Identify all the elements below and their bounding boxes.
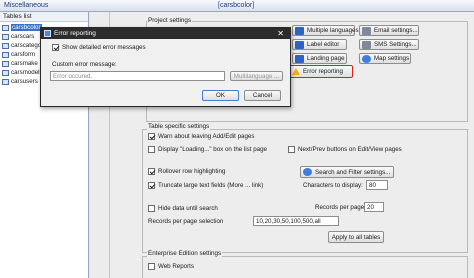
characters-input[interactable]: 80 <box>366 180 388 190</box>
checkbox-box[interactable] <box>148 263 155 270</box>
top-bar: Miscellaneous [carsbcolor] <box>0 0 474 12</box>
table-icon <box>2 51 9 58</box>
label-editor-icon <box>295 40 304 49</box>
search-icon <box>303 168 312 176</box>
table-icon <box>2 42 9 49</box>
checkbox-box[interactable] <box>288 146 295 153</box>
table-item[interactable]: carsusers <box>2 77 38 86</box>
sms-icon <box>362 40 371 49</box>
checkbox-box[interactable] <box>148 146 155 153</box>
warn-leaving-checkbox[interactable]: Warn about leaving Add/Edit pages <box>148 133 254 140</box>
records-per-page-input[interactable]: 20 <box>364 202 384 212</box>
multiple-languages-button[interactable]: Multiple languages <box>292 25 359 36</box>
tables-list-header: Tables list <box>0 12 88 22</box>
table-item[interactable]: carsmodels <box>2 68 43 77</box>
checkbox-box[interactable] <box>148 182 155 189</box>
menu-miscellaneous[interactable]: Miscellaneous <box>4 2 48 9</box>
display-loading-checkbox[interactable]: Display "Loading..." box on the list pag… <box>148 146 267 153</box>
table-item[interactable]: carsmake <box>2 59 38 68</box>
dialog-titlebar: Error reporting ✕ <box>41 28 290 39</box>
search-filter-settings-button[interactable]: Search and Filter settings... <box>300 166 394 178</box>
map-icon <box>362 54 371 63</box>
cancel-button[interactable]: Cancel <box>244 90 281 101</box>
characters-label: Characters to display: <box>303 182 363 189</box>
enterprise-label: Enterprise Edition settings <box>147 250 223 257</box>
next-prev-checkbox[interactable]: Next/Prev buttons on Edit/View pages <box>288 146 402 153</box>
ok-button[interactable]: OK <box>202 90 239 101</box>
checkbox-box[interactable] <box>148 133 155 140</box>
languages-icon <box>295 26 304 35</box>
table-settings-label: Table specific settings <box>147 123 211 130</box>
custom-error-label: Custom error message: <box>52 61 117 68</box>
window-title: [carsbcolor] <box>218 2 255 9</box>
error-reporting-dialog: Error reporting ✕ Show detailed error me… <box>40 27 291 107</box>
dialog-title: Error reporting <box>54 30 96 37</box>
records-selection-label: Records per page selection <box>148 218 224 225</box>
table-icon <box>2 60 9 67</box>
table-icon <box>2 33 9 40</box>
label-editor-button[interactable]: Label editor <box>292 39 347 50</box>
landing-page-icon <box>295 54 304 63</box>
multilanguage-button[interactable]: Multilanguage ... <box>230 71 283 81</box>
warning-icon <box>292 68 300 75</box>
show-detailed-checkbox[interactable]: Show detailed error messages <box>52 44 146 51</box>
map-settings-button[interactable]: Map settings <box>359 53 411 64</box>
web-reports-checkbox[interactable]: Web Reports <box>148 263 194 270</box>
landing-page-button[interactable]: Landing page <box>292 53 347 64</box>
table-item[interactable]: carsform <box>2 50 35 59</box>
records-selection-input[interactable]: 10,20,30,50,100,500,all <box>253 216 339 226</box>
table-icon <box>2 78 9 85</box>
email-settings-button[interactable]: Email settings... <box>359 25 419 36</box>
checkbox-box[interactable] <box>52 44 59 51</box>
checkbox-box[interactable] <box>148 205 155 212</box>
project-settings-label: Project settings <box>147 17 193 24</box>
error-reporting-button[interactable]: Error reporting <box>289 65 353 78</box>
checkbox-box[interactable] <box>148 168 155 175</box>
custom-error-input[interactable]: Error occured. <box>50 71 225 81</box>
sms-settings-button[interactable]: SMS Settings... <box>359 39 419 50</box>
records-per-page-label: Records per page <box>315 204 365 211</box>
close-icon[interactable]: ✕ <box>277 29 284 38</box>
dialog-app-icon <box>44 30 51 37</box>
table-icon <box>2 69 9 76</box>
rollover-checkbox[interactable]: Rollover row highlighting <box>148 168 225 175</box>
table-item[interactable]: carscars <box>2 32 34 41</box>
apply-all-tables-button[interactable]: Apply to all tables <box>328 231 384 243</box>
hide-data-checkbox[interactable]: Hide data until search <box>148 205 218 212</box>
email-icon <box>362 26 371 35</box>
table-icon <box>2 24 9 31</box>
truncate-checkbox[interactable]: Truncate large text fields (More ... lin… <box>148 182 263 189</box>
table-item[interactable]: carsbcolor <box>2 23 42 32</box>
